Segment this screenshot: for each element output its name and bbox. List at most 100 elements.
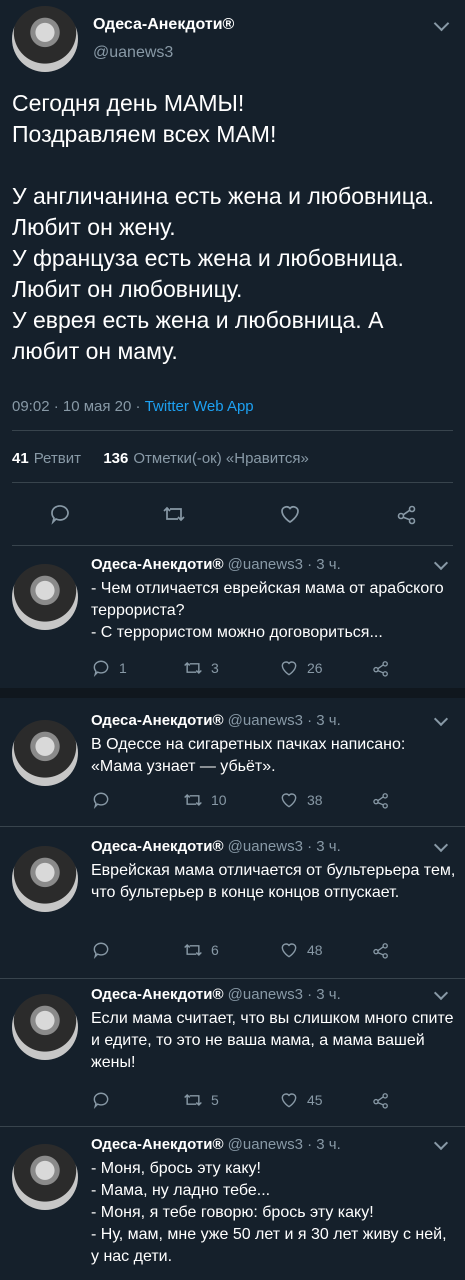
chevron-down-icon[interactable] bbox=[433, 837, 449, 853]
divider bbox=[12, 545, 453, 546]
share-icon bbox=[373, 661, 388, 677]
chevron-down-icon[interactable] bbox=[433, 1135, 449, 1151]
share-icon bbox=[373, 1093, 388, 1109]
reply-meta[interactable]: @uanews3 · 3 ч. bbox=[228, 838, 341, 855]
reply-author-name[interactable]: Одеса-Анекдоти® bbox=[91, 986, 224, 1003]
reply-actions: 10 38 bbox=[91, 790, 451, 812]
like-count: 26 bbox=[307, 660, 323, 676]
reply-text: - Моня, брось эту каку! - Мама, ну ладно… bbox=[91, 1160, 447, 1265]
tweet-source[interactable]: Twitter Web App bbox=[145, 398, 254, 415]
like-button[interactable]: 45 bbox=[279, 1090, 323, 1110]
avatar[interactable] bbox=[12, 6, 78, 72]
reply-header: Одеса-Анекдоти® @uanews3 · 3 ч. bbox=[91, 838, 341, 855]
retweet-icon[interactable] bbox=[160, 500, 188, 528]
reply-icon bbox=[93, 942, 109, 959]
divider bbox=[0, 1126, 465, 1127]
author-name[interactable]: Одеса-Анекдоти® bbox=[93, 16, 234, 34]
retweet-icon bbox=[184, 943, 202, 957]
reply-author-name[interactable]: Одеса-Анекдоти® bbox=[91, 838, 224, 855]
divider bbox=[0, 826, 465, 827]
divider bbox=[12, 430, 453, 431]
tweet-timestamp[interactable]: 09:02 · 10 мая 20 · bbox=[12, 398, 145, 415]
retweet-icon bbox=[184, 661, 202, 675]
retweet-button[interactable]: 3 bbox=[183, 658, 219, 678]
likes-count: 136 bbox=[103, 450, 129, 467]
reply-button[interactable] bbox=[91, 940, 111, 960]
chevron-down-icon[interactable] bbox=[433, 985, 449, 1001]
reply-icon bbox=[93, 1092, 109, 1109]
reply-count: 1 bbox=[119, 660, 127, 676]
like-count: 45 bbox=[307, 1092, 323, 1108]
retweet-count: 10 bbox=[211, 792, 227, 808]
like-count: 38 bbox=[307, 792, 323, 808]
retweet-count: 6 bbox=[211, 942, 219, 958]
avatar[interactable] bbox=[12, 1144, 78, 1210]
reply-header: Одеса-Анекдоти® @uanews3 · 3 ч. bbox=[91, 712, 341, 729]
avatar[interactable] bbox=[12, 994, 78, 1060]
divider bbox=[12, 482, 453, 483]
chevron-down-icon[interactable] bbox=[433, 711, 449, 727]
section-divider bbox=[0, 688, 465, 698]
reply-header: Одеса-Анекдоти® @uanews3 · 3 ч. bbox=[91, 1136, 341, 1153]
reply-actions: 5 45 bbox=[91, 1090, 451, 1112]
reply-tweet[interactable]: Одеса-Анекдоти® @uanews3 · 3 ч. В Одессе… bbox=[0, 711, 465, 812]
reply-tweet[interactable]: Одеса-Анекдоти® @uanews3 · 3 ч. - Чем от… bbox=[0, 555, 465, 677]
share-button[interactable] bbox=[371, 790, 391, 810]
reply-meta[interactable]: @uanews3 · 3 ч. bbox=[228, 986, 341, 1003]
reply-button[interactable] bbox=[91, 1090, 111, 1110]
heart-icon[interactable] bbox=[276, 500, 304, 528]
chevron-down-icon[interactable] bbox=[433, 15, 450, 32]
avatar[interactable] bbox=[12, 846, 78, 912]
tweet-actions bbox=[0, 500, 465, 530]
likes-stat[interactable]: 136 Отметки(-ок) «Нравится» bbox=[103, 450, 308, 467]
chevron-down-icon[interactable] bbox=[433, 555, 449, 571]
retweet-count: 5 bbox=[211, 1092, 219, 1108]
reply-button[interactable] bbox=[91, 790, 111, 810]
avatar[interactable] bbox=[12, 720, 78, 786]
share-button[interactable] bbox=[371, 1090, 391, 1110]
reply-text: Еврейская мама отличается от бультерьера… bbox=[91, 862, 460, 901]
retweets-stat[interactable]: 41 Ретвит bbox=[12, 450, 81, 467]
share-icon bbox=[373, 943, 388, 959]
retweet-count: 3 bbox=[211, 660, 219, 676]
heart-icon bbox=[281, 1093, 297, 1108]
avatar[interactable] bbox=[12, 564, 78, 630]
reply-meta[interactable]: @uanews3 · 3 ч. bbox=[228, 712, 341, 729]
reply-author-name[interactable]: Одеса-Анекдоти® bbox=[91, 712, 224, 729]
reply-author-name[interactable]: Одеса-Анекдоти® bbox=[91, 1136, 224, 1153]
share-icon bbox=[373, 793, 388, 809]
like-button[interactable]: 48 bbox=[279, 940, 323, 960]
author-handle[interactable]: @uanews3 bbox=[93, 44, 173, 62]
likes-label: Отметки(-ок) «Нравится» bbox=[133, 450, 309, 467]
share-button[interactable] bbox=[371, 940, 391, 960]
reply-header: Одеса-Анекдоти® @uanews3 · 3 ч. bbox=[91, 986, 341, 1003]
retweets-count: 41 bbox=[12, 450, 29, 467]
retweet-button[interactable]: 6 bbox=[183, 940, 219, 960]
reply-icon[interactable] bbox=[46, 500, 74, 528]
reply-button[interactable]: 1 bbox=[91, 658, 127, 678]
retweet-icon bbox=[184, 1093, 202, 1107]
reply-author-name[interactable]: Одеса-Анекдоти® bbox=[91, 556, 224, 573]
heart-icon bbox=[281, 661, 297, 676]
like-button[interactable]: 38 bbox=[279, 790, 323, 810]
reply-actions: 6 48 bbox=[91, 940, 451, 962]
reply-text: - Чем отличается еврейская мама от арабс… bbox=[91, 580, 444, 641]
share-icon[interactable] bbox=[393, 500, 421, 528]
reply-tweet[interactable]: Одеса-Анекдоти® @uanews3 · 3 ч. Если мам… bbox=[0, 985, 465, 1116]
reply-meta[interactable]: @uanews3 · 3 ч. bbox=[228, 556, 341, 573]
retweet-button[interactable]: 5 bbox=[183, 1090, 219, 1110]
reply-text: Если мама считает, что вы слишком много … bbox=[91, 1010, 458, 1071]
reply-header: Одеса-Анекдоти® @uanews3 · 3 ч. bbox=[91, 556, 341, 573]
reply-actions: 1 3 26 bbox=[91, 658, 451, 680]
retweet-button[interactable]: 10 bbox=[183, 790, 227, 810]
reply-text: В Одессе на сигаретных пачках написано: … bbox=[91, 736, 410, 775]
share-button[interactable] bbox=[371, 658, 391, 678]
like-button[interactable]: 26 bbox=[279, 658, 323, 678]
reply-meta[interactable]: @uanews3 · 3 ч. bbox=[228, 1136, 341, 1153]
retweet-icon bbox=[184, 793, 202, 807]
tweet-stats: 41 Ретвит 136 Отметки(-ок) «Нравится» bbox=[12, 450, 309, 467]
heart-icon bbox=[281, 793, 297, 808]
reply-tweet[interactable]: Одеса-Анекдоти® @uanews3 · 3 ч. - Моня, … bbox=[0, 1135, 465, 1280]
like-count: 48 bbox=[307, 942, 323, 958]
reply-tweet[interactable]: Одеса-Анекдоти® @uanews3 · 3 ч. Еврейска… bbox=[0, 837, 465, 968]
